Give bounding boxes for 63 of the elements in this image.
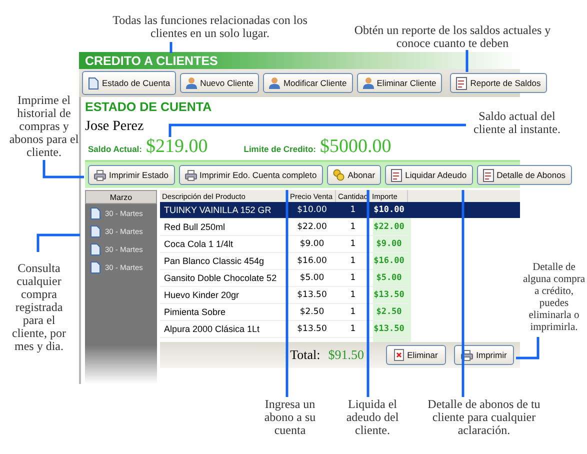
callout-text: Imprime el historial de compras y abonos para el cliente. [8,94,80,159]
table-cell: 1 [336,304,370,321]
credit-limit-value: $5000.00 [320,136,392,158]
table-cell: $9.00 [370,236,408,253]
table-cell: $13.50 [288,321,336,338]
table-cell: TUINKY VAINILLA 152 GR [160,202,288,219]
table-cell: 1 [336,202,370,219]
table-cell: $5.00 [288,270,336,287]
table-cell: Coca Cola 1 1/4lt [160,236,288,253]
table-cell: $10.00 [288,202,336,219]
toolbar-button[interactable]: Eliminar Cliente [356,73,442,93]
table-cell: $5.00 [370,270,408,287]
balance-label: Saldo Actual: [88,144,142,154]
table-cell: Pan Blanco Classic 454g [160,253,288,270]
table-cell: $2.50 [370,304,408,321]
footer-button[interactable]: Eliminar [386,345,446,365]
section-heading: ESTADO DE CUENTA [85,100,213,114]
action-button[interactable]: Detalle de Abonos [476,165,572,185]
action-button[interactable]: Imprimir Edo. Cuenta completo [178,165,323,185]
table-cell: Huevo Kinder 20gr [160,287,288,304]
callout-text: Obtén un reporte de los saldos actuales y conoce cuanto te deben [353,24,552,50]
footer-button[interactable]: Imprimir [454,345,514,365]
table-cell: 1 [336,253,370,270]
table-cell: $9.00 [288,236,336,253]
total-value: $91.50 [328,347,364,363]
table-cell: $16.00 [370,253,408,270]
table-cell: $10.00 [370,202,408,219]
table-cell: 1 [336,270,370,287]
table-cell: $13.50 [288,287,336,304]
toolbar-button[interactable]: Reporte de Saldos [450,73,547,93]
callout-text: Detalle de alguna compra a crédito, puedes eliminarla o imprimirla. [522,262,586,334]
action-button[interactable]: Abonar [326,165,382,185]
balance-value: $219.00 [146,136,208,158]
table-cell: $16.00 [288,253,336,270]
table-cell: Red Bull 250ml [160,219,288,236]
month-header: Marzo [85,190,157,204]
table-cell: $13.50 [370,321,408,338]
callout-text: Detalle de abonos de tu cliente para cualquier aclaración. [426,398,542,437]
toolbar-button[interactable]: Modificar Cliente [263,73,353,93]
table-cell: 1 [336,287,370,304]
callout-text: Liquida el adeudo del cliente. [345,398,400,437]
total-label: Total: [290,347,320,363]
callout-text: Todas las funciones relacionadas con los clientes en un solo lugar. [112,14,308,40]
action-button[interactable]: Liquidar Adeudo [385,165,473,185]
table-cell: Alpura 2000 Clásica 1Lt [160,321,288,338]
table-cell: Gansito Doble Chocolate 52 [160,270,288,287]
toolbar-button[interactable]: Nuevo Cliente [180,73,260,93]
toolbar-button[interactable]: Estado de Cuenta [82,71,176,95]
table-cell: $22.00 [288,219,336,236]
callout-text: Consulta cualquier compra registrada para el cliente, por mes y dia. [11,262,67,353]
table-cell: $2.50 [288,304,336,321]
callout-text: Saldo actual del cliente al instante. [472,110,562,136]
table-cell: 1 [336,321,370,338]
table-cell: 1 [336,236,370,253]
window-title: CREDITO A CLIENTES [85,54,218,68]
table-cell: 1 [336,219,370,236]
action-button[interactable]: Imprimir Estado [88,165,175,185]
table-cell: Pimienta Sobre [160,304,288,321]
table-cell: $13.50 [370,287,408,304]
callout-text: Ingresa un abono a su cuenta [263,398,317,437]
table-cell: $22.00 [370,219,408,236]
client-name: Jose Perez [85,119,144,135]
credit-limit-label: Limite de Credito: [244,144,316,154]
